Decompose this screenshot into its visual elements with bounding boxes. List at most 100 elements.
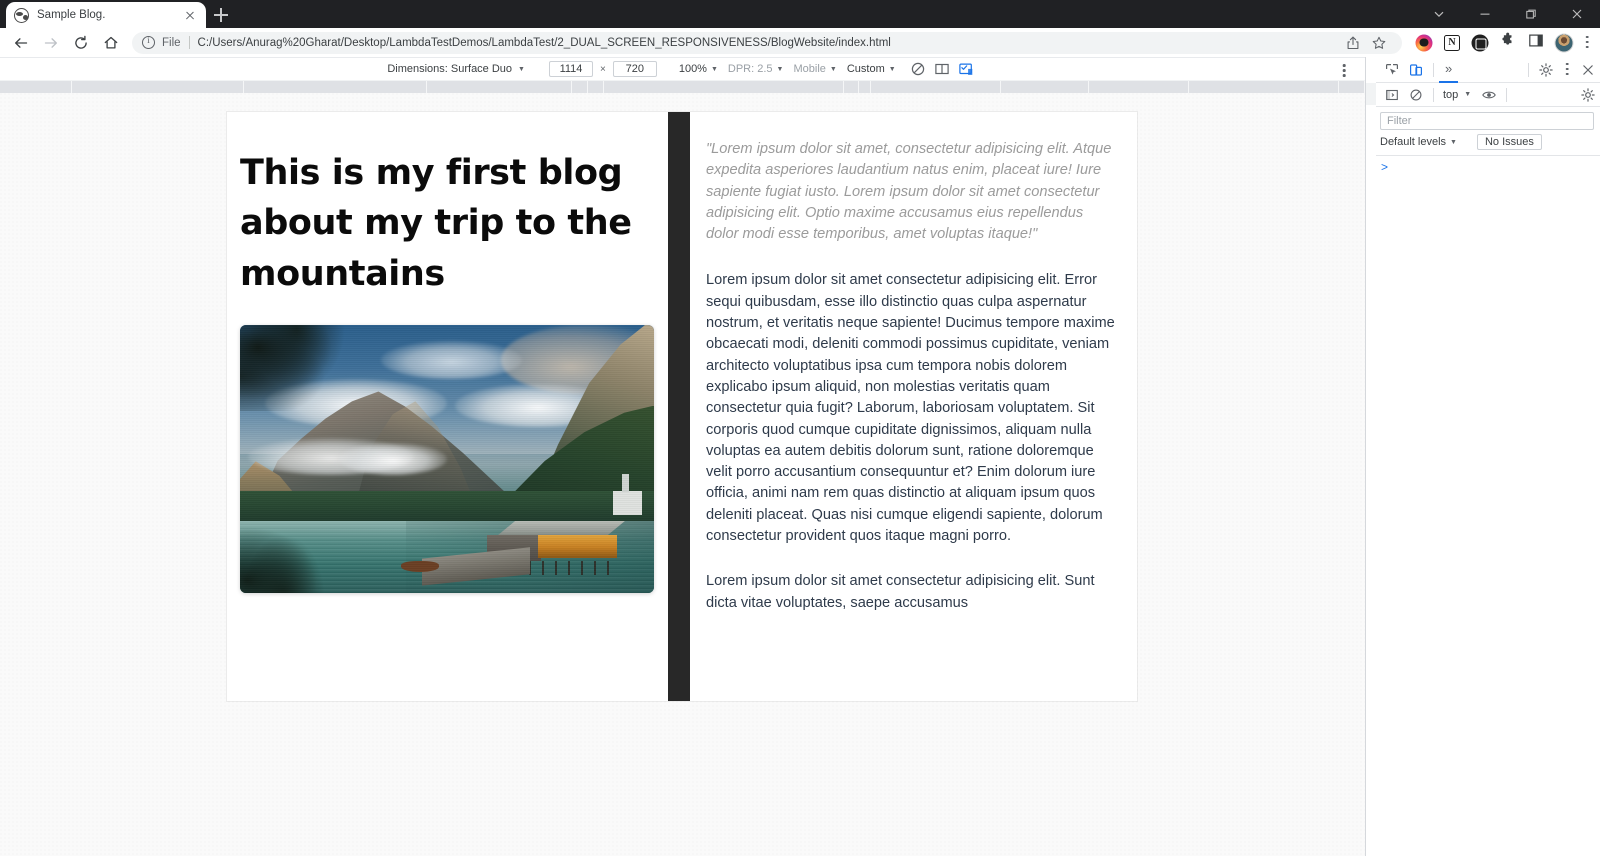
screen-span-icon[interactable] xyxy=(954,58,978,80)
extension-icons: N xyxy=(1410,28,1600,57)
blog-blockquote: "Lorem ipsum dolor sit amet, consectetur… xyxy=(706,141,1112,243)
divider xyxy=(1506,87,1508,102)
chevron-down-icon: ▼ xyxy=(1464,91,1472,98)
viewport-width-input[interactable]: 1114 xyxy=(548,61,593,77)
ua-custom-dropdown[interactable]: Custom ▼ xyxy=(847,63,906,75)
photo-foreground-tree xyxy=(240,325,348,411)
divider xyxy=(1433,62,1434,77)
dual-screen-seam xyxy=(668,112,690,701)
omnibox-actions xyxy=(1340,28,1392,57)
photo-chapel xyxy=(612,474,642,516)
user-agent-dropdown[interactable]: Mobile ▼ xyxy=(793,63,846,75)
console-levels-row: Default levels ▼ No Issues xyxy=(1366,130,1600,156)
device-toolbar-kebab-icon[interactable] xyxy=(1335,58,1353,81)
device-preset-dropdown[interactable]: Dimensions: Surface Duo ▼ xyxy=(387,63,535,75)
profile-avatar[interactable] xyxy=(1550,28,1578,57)
forward-arrow-icon xyxy=(36,28,66,57)
chevron-down-icon: ▼ xyxy=(776,65,784,73)
restore-button[interactable] xyxy=(1508,0,1554,28)
reload-icon[interactable] xyxy=(66,28,96,57)
divider xyxy=(1433,87,1434,102)
console-levels-dropdown[interactable]: Default levels xyxy=(1380,136,1446,148)
url-scheme-label: File xyxy=(162,36,181,49)
photo-cloud xyxy=(339,443,447,476)
devtools-panel: » top ▼ Filter Default levels ▼ No Issue… xyxy=(1365,57,1600,856)
blog-paragraph: Lorem ipsum dolor sit amet consectetur a… xyxy=(706,272,1115,545)
photo-boat xyxy=(401,561,439,572)
divider xyxy=(188,36,190,49)
minimize-button[interactable] xyxy=(1462,0,1508,28)
photo-foreground-branch xyxy=(240,512,336,594)
tab-title: Sample Blog. xyxy=(37,9,106,21)
side-panel-icon[interactable] xyxy=(1522,28,1550,57)
devtools-tab-actions xyxy=(1523,57,1600,83)
extensions-puzzle-icon[interactable] xyxy=(1494,28,1522,57)
mountain-lake-boathouse-photo xyxy=(240,325,654,594)
console-prompt[interactable]: > xyxy=(1366,156,1600,178)
chevron-down-icon: ▼ xyxy=(829,65,837,73)
divider xyxy=(1528,62,1529,77)
tab-search-chevron-icon[interactable] xyxy=(1416,0,1462,28)
device-toolbar: Dimensions: Surface Duo ▼ 1114 × 720 100… xyxy=(0,57,1365,80)
navigation-bar: File C:/Users/Anurag%20Gharat/Desktop/La… xyxy=(0,28,1600,57)
devtools-gutter xyxy=(1366,83,1376,105)
blog-paragraph: Lorem ipsum dolor sit amet consectetur a… xyxy=(706,573,1095,611)
address-bar[interactable]: File C:/Users/Anurag%20Gharat/Desktop/La… xyxy=(132,31,1402,54)
viewport-height-input[interactable]: 720 xyxy=(612,61,657,77)
right-pane: "Lorem ipsum dolor sit amet, consectetur… xyxy=(690,112,1137,701)
kebab-menu-icon[interactable] xyxy=(1578,30,1596,56)
ua-custom-label: Custom xyxy=(846,63,885,75)
instagram-extension-icon[interactable] xyxy=(1410,28,1438,57)
devtools-kebab-icon[interactable] xyxy=(1558,57,1576,83)
browser-window: Sample Blog. i File C:/Users/Anurag%20Gh… xyxy=(0,0,1600,856)
back-arrow-icon[interactable] xyxy=(6,28,36,57)
page-title: This is my first blog about my trip to t… xyxy=(240,153,632,294)
console-sidebar-icon[interactable] xyxy=(1380,82,1404,108)
live-expression-icon[interactable] xyxy=(1477,82,1501,108)
notion-extension-icon[interactable]: N xyxy=(1438,28,1466,57)
photo-cloud xyxy=(380,341,522,379)
zoom-label: 100% xyxy=(678,63,707,75)
chevron-down-icon: ▼ xyxy=(710,65,718,73)
page-stage: This is my first blog about my trip to t… xyxy=(0,93,1365,856)
console-toolbar: top ▼ xyxy=(1366,83,1600,107)
tab-strip: Sample Blog. xyxy=(0,0,1600,28)
devtools-side-strip xyxy=(1366,57,1376,856)
close-button[interactable] xyxy=(1554,0,1600,28)
more-tabs-button[interactable]: » xyxy=(1439,57,1459,83)
left-pane: This is my first blog about my trip to t… xyxy=(227,112,668,701)
new-tab-button[interactable] xyxy=(210,4,232,26)
devtools-close-icon[interactable] xyxy=(1576,57,1600,83)
user-agent-label: Mobile xyxy=(793,63,826,75)
dpr-label: DPR: 2.5 xyxy=(727,63,773,75)
dpr-dropdown[interactable]: DPR: 2.5 ▼ xyxy=(728,63,794,75)
window-controls xyxy=(1416,0,1600,28)
inspect-element-icon[interactable] xyxy=(1380,57,1404,83)
url-text[interactable]: C:/Users/Anurag%20Gharat/Desktop/LambdaT… xyxy=(198,37,1334,49)
clear-console-icon[interactable] xyxy=(1404,82,1428,108)
star-icon[interactable] xyxy=(1366,28,1392,57)
share-icon[interactable] xyxy=(1340,28,1366,57)
zoom-dropdown[interactable]: 100% ▼ xyxy=(679,63,728,75)
no-issues-button[interactable]: No Issues xyxy=(1476,134,1542,150)
device-toolbar-icon[interactable] xyxy=(1404,57,1428,83)
console-settings-gear-icon[interactable] xyxy=(1576,82,1600,108)
photo-boathouse-wall-lit xyxy=(537,535,617,558)
console-filter-input[interactable]: Filter xyxy=(1380,112,1594,130)
dual-screen-icon[interactable] xyxy=(930,58,954,80)
devtools-tab-bar: » xyxy=(1366,57,1600,83)
no-throttling-icon[interactable] xyxy=(906,58,930,80)
chevron-down-icon: ▼ xyxy=(518,65,525,73)
globe-icon xyxy=(14,7,29,23)
home-icon[interactable] xyxy=(96,28,126,57)
chevron-down-icon: ▼ xyxy=(1450,138,1457,146)
gear-icon[interactable] xyxy=(1534,57,1558,83)
close-icon[interactable] xyxy=(182,7,198,23)
chevron-down-icon: ▼ xyxy=(888,65,896,73)
console-settings-group xyxy=(1576,82,1600,108)
info-circle-icon[interactable] xyxy=(142,35,155,49)
dark-reader-extension-icon[interactable] xyxy=(1466,28,1494,57)
dual-screen-panes: This is my first blog about my trip to t… xyxy=(227,112,1137,701)
console-context-dropdown[interactable]: top xyxy=(1443,89,1458,101)
browser-tab[interactable]: Sample Blog. xyxy=(6,2,206,28)
